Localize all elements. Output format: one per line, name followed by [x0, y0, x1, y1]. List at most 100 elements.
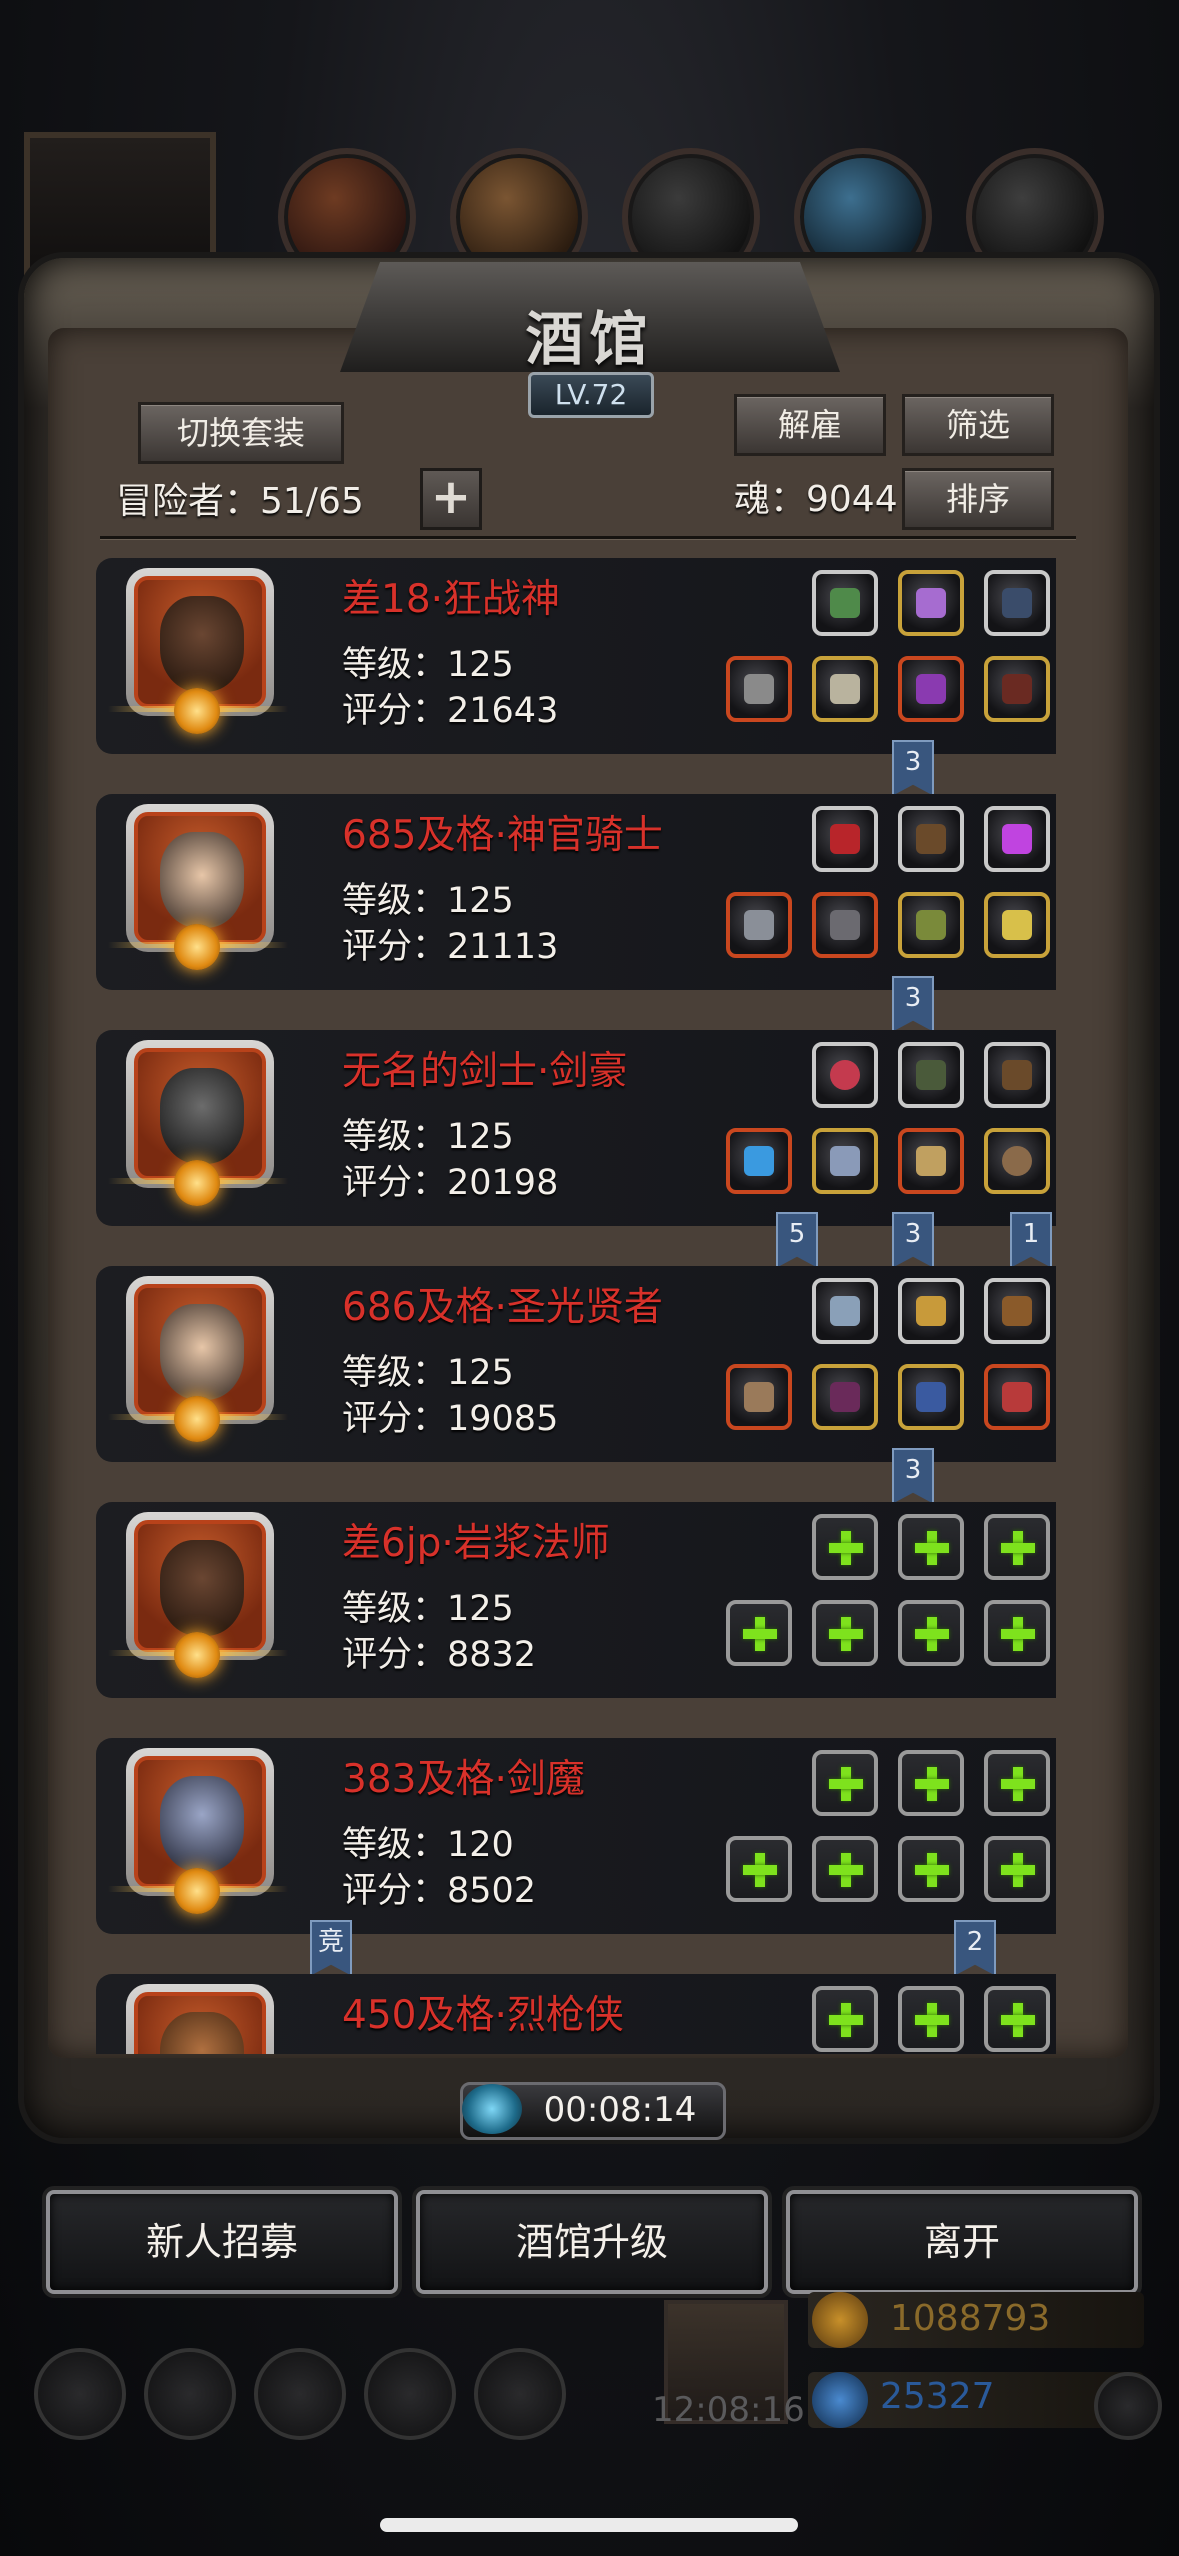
crossbow-slot[interactable]	[898, 1042, 964, 1108]
empty-slot[interactable]	[984, 1750, 1050, 1816]
hero-card[interactable]: 无名的剑士·剑豪 等级：125 评分：20198	[96, 1030, 1056, 1226]
empty-slot[interactable]	[898, 1514, 964, 1580]
weapon-slot[interactable]	[984, 1364, 1050, 1430]
mail-icon[interactable]	[364, 2348, 456, 2440]
badge-icon[interactable]	[144, 2348, 236, 2440]
bow-slot[interactable]	[898, 806, 964, 872]
add-icon	[829, 2003, 863, 2037]
hero-card[interactable]: 差18·狂战神 等级：125 评分：21643	[96, 558, 1056, 754]
helmet-slot[interactable]	[898, 1128, 964, 1194]
hero-name: 686及格·圣光贤者	[342, 1285, 663, 1330]
rank-flag: 2	[954, 1920, 996, 1976]
bow-slot[interactable]	[984, 570, 1050, 636]
armor-slot[interactable]	[812, 892, 878, 958]
dismiss-button[interactable]: 解雇	[734, 394, 886, 456]
add-icon	[743, 1617, 777, 1651]
rank-gem-icon	[174, 1868, 220, 1914]
belt-slot[interactable]	[984, 656, 1050, 722]
lamp-slot[interactable]	[898, 570, 964, 636]
settings-icon[interactable]	[34, 2348, 126, 2440]
add-icon	[1001, 1853, 1035, 1887]
add-icon	[829, 1617, 863, 1651]
crest-slot[interactable]	[984, 892, 1050, 958]
switch-set-button[interactable]: 切换套装	[138, 402, 344, 464]
add-icon	[915, 1531, 949, 1565]
add-icon	[915, 2003, 949, 2037]
recruit-button[interactable]: 新人招募	[46, 2190, 398, 2294]
hero-score: 评分：8502	[342, 1871, 537, 1911]
gem-amount: 25327	[880, 2376, 995, 2417]
sword-slot[interactable]	[726, 1128, 792, 1194]
gold-coin-icon	[812, 2292, 868, 2348]
hero-name: 无名的剑士·剑豪	[342, 1049, 628, 1094]
necklace-slot[interactable]	[812, 806, 878, 872]
helmet-icon[interactable]	[254, 2348, 346, 2440]
empty-slot[interactable]	[984, 1514, 1050, 1580]
empty-slot[interactable]	[898, 1986, 964, 2052]
add-currency-icon[interactable]	[1094, 2372, 1162, 2440]
shield-slot[interactable]	[898, 892, 964, 958]
hero-list[interactable]: 差18·狂战神 等级：125 评分：21643 3 685及格·神官骑士 等级：…	[52, 552, 1124, 2054]
empty-slot[interactable]	[898, 1836, 964, 1902]
add-icon	[915, 1617, 949, 1651]
home-indicator[interactable]	[380, 2518, 798, 2532]
empty-slot[interactable]	[898, 1600, 964, 1666]
hero-avatar[interactable]	[126, 1984, 274, 2054]
empty-slot[interactable]	[812, 1514, 878, 1580]
empty-slot[interactable]	[984, 1986, 1050, 2052]
leave-button[interactable]: 离开	[786, 2190, 1138, 2294]
empty-slot[interactable]	[726, 1836, 792, 1902]
rank-flag: 3	[892, 740, 934, 796]
sort-button[interactable]: 排序	[902, 468, 1054, 530]
mace-slot[interactable]	[898, 1364, 964, 1430]
hero-card[interactable]: 383及格·剑魔 等级：120 评分：8502	[96, 1738, 1056, 1934]
armor-slot[interactable]	[812, 656, 878, 722]
add-icon	[829, 1853, 863, 1887]
adventurer-count: 冒险者：51/65	[116, 481, 364, 522]
refresh-timer: 00:08:14	[543, 2090, 697, 2130]
hero-card[interactable]: 450及格·烈枪侠	[96, 1974, 1056, 2054]
hero-score: 评分：20198	[342, 1163, 559, 1203]
empty-slot[interactable]	[898, 1750, 964, 1816]
add-icon	[1001, 1617, 1035, 1651]
empty-slot[interactable]	[812, 1750, 878, 1816]
stone-slot[interactable]	[812, 1278, 878, 1344]
hero-card[interactable]: 685及格·神官骑士 等级：125 评分：21113	[96, 794, 1056, 990]
bow-slot[interactable]	[984, 1042, 1050, 1108]
handshake-icon[interactable]	[474, 2348, 566, 2440]
hammer-slot[interactable]	[726, 892, 792, 958]
rank-flag: 1	[1010, 1212, 1052, 1268]
rank-gem-icon	[174, 1632, 220, 1678]
rank-flag: 5	[776, 1212, 818, 1268]
gem-slot[interactable]	[984, 806, 1050, 872]
filter-button[interactable]: 筛选	[902, 394, 1054, 456]
empty-slot[interactable]	[726, 1600, 792, 1666]
axe-slot[interactable]	[726, 656, 792, 722]
rank-gem-icon	[174, 1160, 220, 1206]
tavern-level-badge: LV.72	[528, 372, 654, 418]
empty-slot[interactable]	[812, 1836, 878, 1902]
empty-slot[interactable]	[984, 1600, 1050, 1666]
add-icon	[829, 1767, 863, 1801]
hero-card[interactable]: 686及格·圣光贤者 等级：125 评分：19085	[96, 1266, 1056, 1462]
upgrade-tavern-button[interactable]: 酒馆升级	[416, 2190, 768, 2294]
orb-slot[interactable]	[812, 1042, 878, 1108]
empty-slot[interactable]	[812, 1986, 878, 2052]
rank-gem-icon	[174, 1396, 220, 1442]
hero-name: 差6jp·岩浆法师	[342, 1521, 610, 1566]
cloak-slot[interactable]	[812, 1364, 878, 1430]
divider	[100, 536, 1076, 539]
ring-slot[interactable]	[984, 1128, 1050, 1194]
empty-slot[interactable]	[984, 1836, 1050, 1902]
armor-slot[interactable]	[812, 1128, 878, 1194]
gloves-slot[interactable]	[898, 656, 964, 722]
hero-card[interactable]: 差6jp·岩浆法师 等级：125 评分：8832	[96, 1502, 1056, 1698]
staff-slot[interactable]	[984, 1278, 1050, 1344]
feather-slot[interactable]	[898, 1278, 964, 1344]
empty-slot[interactable]	[812, 1600, 878, 1666]
gold-amount: 1088793	[890, 2298, 1051, 2339]
hero-name: 383及格·剑魔	[342, 1757, 585, 1802]
add-capacity-button[interactable]: +	[420, 468, 482, 530]
amulet-slot[interactable]	[812, 570, 878, 636]
spear-slot[interactable]	[726, 1364, 792, 1430]
